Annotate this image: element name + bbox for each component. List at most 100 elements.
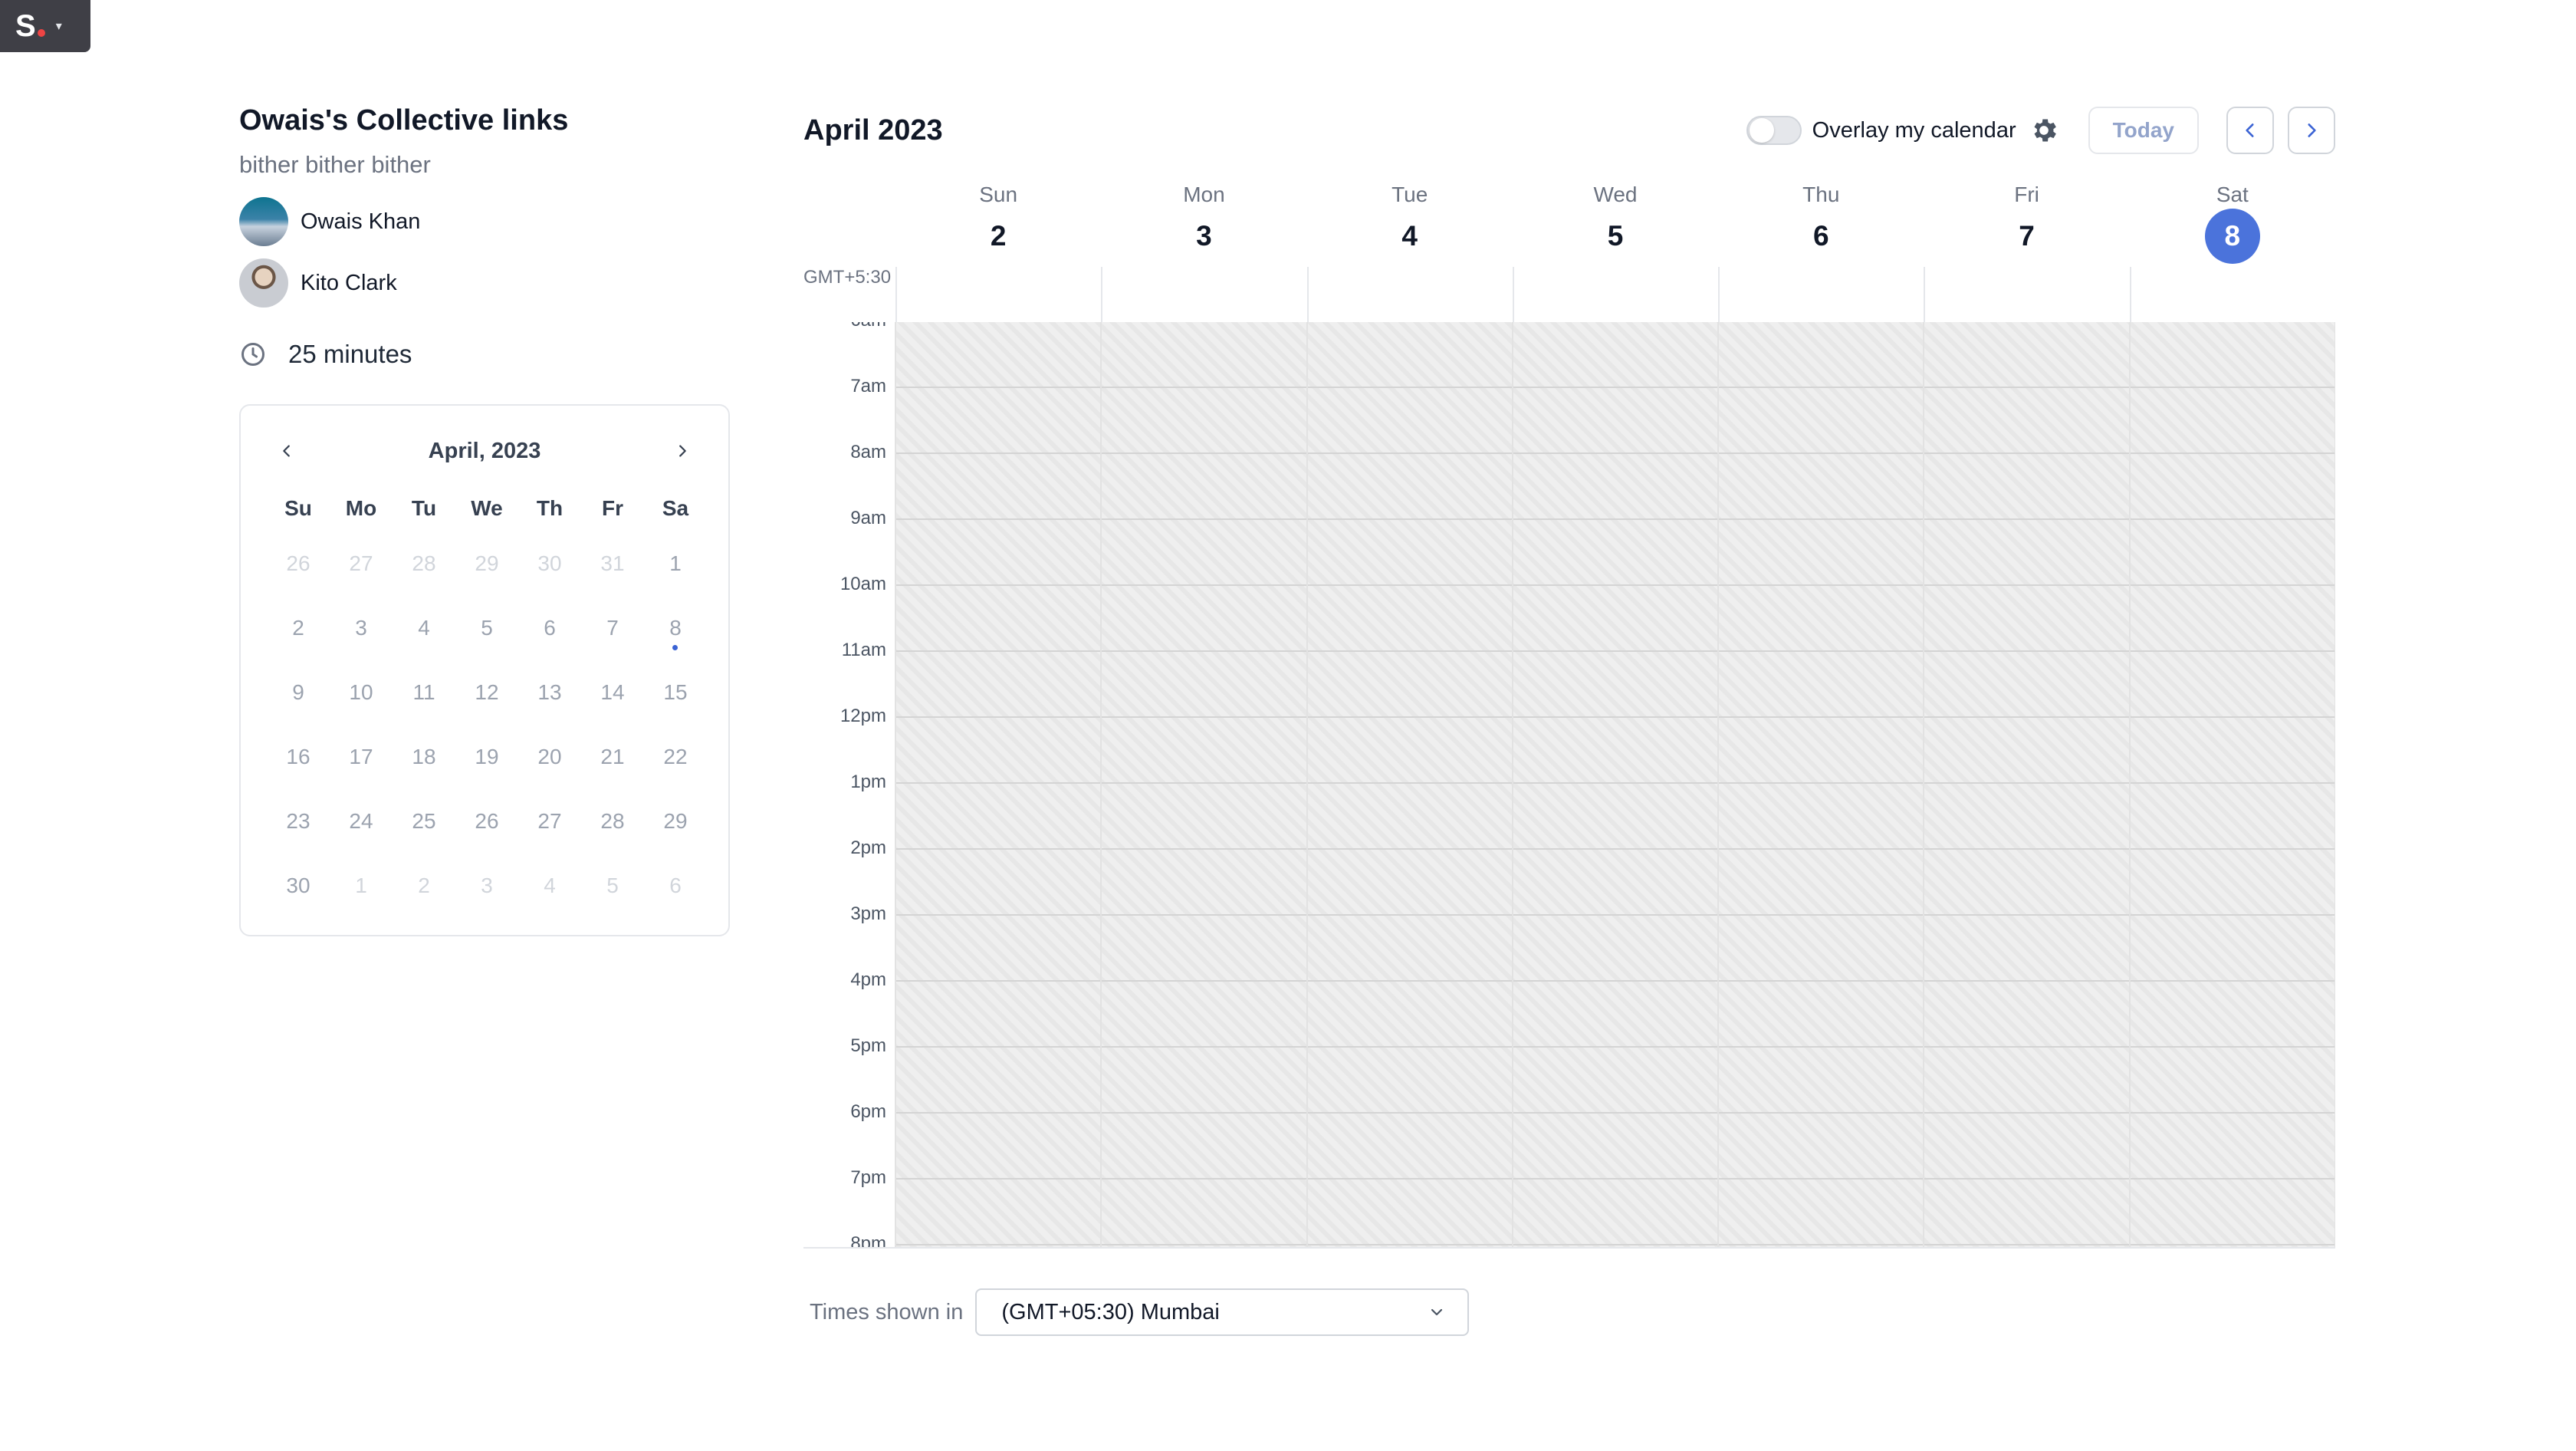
mini-calendar-day[interactable]: 28 bbox=[581, 789, 644, 854]
app-switcher[interactable]: S ▾ bbox=[0, 0, 90, 52]
hour-labels: 6am 7am 8am 9am 10am 11am 12pm 1pm 2pm 3pm 4pm 5pm 6… bbox=[803, 322, 886, 1247]
mini-calendar-day[interactable]: 6 bbox=[518, 596, 581, 660]
hour-label: 11am bbox=[841, 640, 886, 660]
mini-calendar-day[interactable]: 4 bbox=[518, 854, 581, 918]
timezone-footer: Times shown in (GMT+05:30) Mumbai bbox=[810, 1288, 1470, 1336]
day-gridline bbox=[1306, 322, 1308, 1247]
mini-calendar-day[interactable]: 14 bbox=[581, 660, 644, 725]
mini-calendar-day[interactable]: 18 bbox=[393, 725, 455, 789]
day-column-header: Sun 2 bbox=[895, 183, 1101, 267]
day-number: 4 bbox=[1401, 220, 1418, 252]
hour-gridline bbox=[895, 716, 2335, 718]
mini-calendar-day[interactable]: 29 bbox=[644, 789, 707, 854]
day-gridline bbox=[895, 322, 896, 1247]
mini-calendar-day[interactable]: 31 bbox=[581, 531, 644, 596]
hour-gridline bbox=[895, 452, 2335, 454]
mini-calendar-title: April, 2023 bbox=[428, 438, 541, 463]
day-column-header: Wed 5 bbox=[1513, 183, 1718, 267]
host-name: Kito Clark bbox=[301, 270, 397, 295]
app-logo-dot bbox=[37, 29, 45, 37]
host-item: Kito Clark bbox=[239, 258, 730, 308]
mini-calendar-day[interactable]: 16 bbox=[267, 725, 330, 789]
mini-calendar-day[interactable]: 9 bbox=[267, 660, 330, 725]
day-gridline bbox=[1511, 322, 1513, 1247]
hour-gridline bbox=[895, 980, 2335, 982]
hour-label: 7pm bbox=[850, 1167, 886, 1188]
duration: 25 minutes bbox=[239, 340, 730, 369]
mini-calendar-day[interactable]: 8 bbox=[644, 596, 707, 660]
weekday-label: Su bbox=[284, 496, 312, 520]
day-column-header: Mon 3 bbox=[1101, 183, 1306, 267]
mini-calendar-day[interactable]: 26 bbox=[455, 789, 518, 854]
mini-calendar-day[interactable]: 25 bbox=[393, 789, 455, 854]
mini-calendar-day[interactable]: 1 bbox=[330, 854, 393, 918]
event-info-panel: Owais's Collective links bither bither b… bbox=[239, 104, 730, 936]
weekday-label: Th bbox=[536, 496, 564, 520]
all-day-row bbox=[895, 267, 2335, 322]
mini-calendar-day[interactable]: 12 bbox=[455, 660, 518, 725]
day-number: 7 bbox=[2019, 220, 2035, 252]
host-name: Owais Khan bbox=[301, 209, 421, 234]
day-number: 3 bbox=[1196, 220, 1212, 252]
time-grid[interactable]: 6am 7am 8am 9am 10am 11am 12pm 1pm 2pm 3pm 4pm 5pm 6… bbox=[803, 322, 2335, 1249]
gear-icon[interactable] bbox=[2029, 115, 2059, 146]
day-name: Mon bbox=[1183, 183, 1225, 206]
week-controls: Overlay my calendar Today bbox=[1746, 107, 2335, 154]
mini-calendar-day[interactable]: 30 bbox=[267, 854, 330, 918]
day-name: Thu bbox=[1802, 183, 1840, 206]
mini-calendar-day[interactable]: 27 bbox=[330, 531, 393, 596]
event-description: bither bither bither bbox=[239, 151, 431, 178]
mini-calendar-day[interactable]: 10 bbox=[330, 660, 393, 725]
mini-calendar-day[interactable]: 2 bbox=[267, 596, 330, 660]
day-column-header: Thu 6 bbox=[1718, 183, 1924, 267]
mini-calendar-day[interactable]: 23 bbox=[267, 789, 330, 854]
mini-calendar: April, 2023 Su Mo Tu We Th Fr Sa 26 27 28 29 30 31 1 2… bbox=[239, 404, 730, 936]
mini-calendar-day[interactable]: 19 bbox=[455, 725, 518, 789]
mini-calendar-day[interactable]: 13 bbox=[518, 660, 581, 725]
mini-calendar-day[interactable]: 20 bbox=[518, 725, 581, 789]
mini-calendar-day[interactable]: 5 bbox=[581, 854, 644, 918]
mini-calendar-day[interactable]: 1 bbox=[644, 531, 707, 596]
timezone-select[interactable]: (GMT+05:30) Mumbai bbox=[975, 1288, 1470, 1336]
day-name: Wed bbox=[1593, 183, 1638, 206]
mini-calendar-day[interactable]: 5 bbox=[455, 596, 518, 660]
mini-calendar-day[interactable]: 6 bbox=[644, 854, 707, 918]
hour-label: 2pm bbox=[850, 837, 886, 858]
mini-calendar-day[interactable]: 4 bbox=[393, 596, 455, 660]
prev-week-button[interactable] bbox=[2226, 107, 2274, 154]
mini-calendar-day[interactable]: 15 bbox=[644, 660, 707, 725]
hour-gridline bbox=[895, 914, 2335, 916]
day-gridline bbox=[1923, 322, 1925, 1247]
day-number: 2 bbox=[990, 220, 1007, 252]
chevron-left-icon bbox=[283, 445, 290, 457]
mini-calendar-day[interactable]: 21 bbox=[581, 725, 644, 789]
mini-calendar-day[interactable]: 27 bbox=[518, 789, 581, 854]
mini-calendar-day[interactable]: 11 bbox=[393, 660, 455, 725]
host-item: Owais Khan bbox=[239, 197, 730, 246]
overlay-calendar-toggle[interactable] bbox=[1746, 116, 1802, 145]
chevron-down-icon bbox=[1431, 1308, 1443, 1316]
mini-calendar-day[interactable]: 29 bbox=[455, 531, 518, 596]
mini-calendar-day[interactable]: 22 bbox=[644, 725, 707, 789]
today-button[interactable]: Today bbox=[2088, 107, 2199, 154]
week-header: April 2023 Overlay my calendar Today bbox=[803, 107, 2335, 154]
hour-gridline bbox=[895, 1178, 2335, 1180]
mini-calendar-day[interactable]: 26 bbox=[267, 531, 330, 596]
day-column-header: Fri 7 bbox=[1924, 183, 2129, 267]
avatar bbox=[239, 197, 288, 246]
mini-calendar-prev-button[interactable] bbox=[271, 436, 302, 466]
day-gridline bbox=[2128, 322, 2131, 1247]
weekday-label: We bbox=[471, 496, 503, 520]
mini-calendar-day[interactable]: 2 bbox=[393, 854, 455, 918]
mini-calendar-day[interactable]: 28 bbox=[393, 531, 455, 596]
hour-gridline bbox=[895, 387, 2335, 388]
mini-calendar-day[interactable]: 3 bbox=[330, 596, 393, 660]
weekday-label: Mo bbox=[345, 496, 377, 520]
mini-calendar-day[interactable]: 24 bbox=[330, 789, 393, 854]
mini-calendar-day[interactable]: 3 bbox=[455, 854, 518, 918]
mini-calendar-day[interactable]: 30 bbox=[518, 531, 581, 596]
mini-calendar-next-button[interactable] bbox=[667, 436, 698, 466]
next-week-button[interactable] bbox=[2288, 107, 2335, 154]
mini-calendar-day[interactable]: 17 bbox=[330, 725, 393, 789]
mini-calendar-day[interactable]: 7 bbox=[581, 596, 644, 660]
